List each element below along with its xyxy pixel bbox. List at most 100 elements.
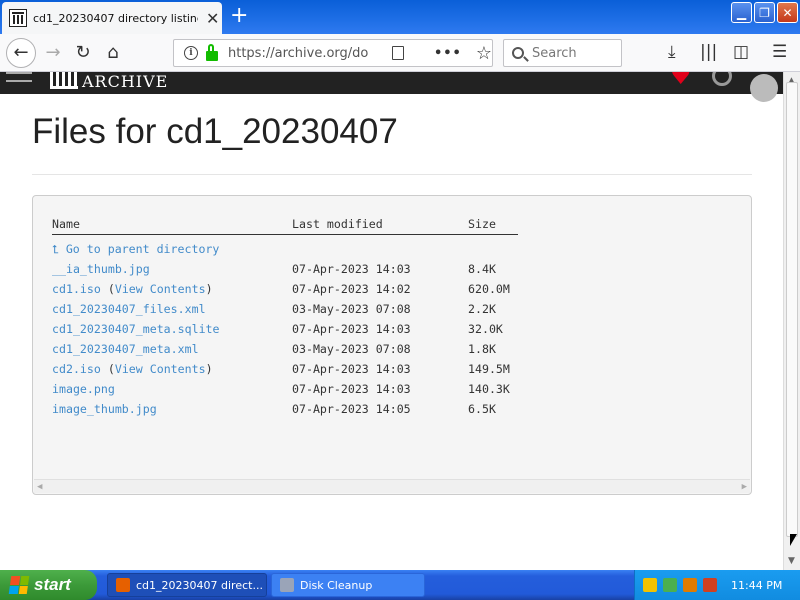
reader-view-icon[interactable] — [391, 46, 404, 60]
taskbar-item-browser[interactable]: cd1_20230407 direct... — [107, 573, 267, 597]
disk-cleanup-icon — [280, 578, 294, 592]
paren-open: ( — [100, 282, 115, 296]
file-link[interactable]: cd2.iso — [52, 362, 101, 376]
search-input[interactable]: Search — [503, 39, 622, 67]
file-link[interactable]: __ia_thumb.jpg — [52, 262, 150, 276]
archive-logo-text[interactable]: ARCHIVE — [82, 72, 168, 92]
file-size-cell: 1.8K — [468, 342, 496, 356]
taskbar-item-disk-cleanup[interactable]: Disk Cleanup — [271, 573, 425, 597]
new-tab-button[interactable]: + — [230, 4, 248, 28]
column-header-name[interactable]: Name — [52, 217, 80, 231]
file-row: image.png 07-Apr-2023 14:03 140.3K — [52, 382, 652, 402]
file-row: cd1_20230407_meta.sqlite 07-Apr-2023 14:0… — [52, 322, 652, 342]
url-bar[interactable]: i https://archive.org/dow ••• ☆ — [173, 39, 493, 67]
file-row: cd1_20230407_files.xml 03-May-2023 07:08 2… — [52, 302, 652, 322]
navigation-toolbar: ← → ↻ ⌂ i https://archive.org/dow ••• ☆ … — [0, 34, 800, 72]
menu-hamburger-icon[interactable]: ☰ — [772, 42, 787, 62]
sidebar-icon[interactable]: ◫ — [733, 42, 749, 62]
file-modified-cell: 03-May-2023 07:08 — [292, 302, 411, 316]
close-window-button[interactable]: ✕ — [777, 2, 798, 23]
scroll-right-icon[interactable]: ▶ — [742, 482, 747, 492]
page-actions-menu-icon[interactable]: ••• — [434, 46, 462, 61]
horizontal-scrollbar[interactable]: ◀ ▶ — [34, 479, 750, 493]
file-modified-cell: 07-Apr-2023 14:03 — [292, 362, 411, 376]
file-modified-cell: 07-Apr-2023 14:03 — [292, 262, 411, 276]
tab-directory-listing[interactable]: cd1_20230407 directory listing ✕ — [2, 2, 222, 34]
paren-open: ( — [100, 362, 115, 376]
tab-title: cd1_20230407 directory listing — [33, 11, 198, 25]
window-controls: ▁ ❐ ✕ — [731, 2, 798, 23]
file-link[interactable]: image_thumb.jpg — [52, 402, 157, 416]
bookmark-star-icon[interactable]: ☆ — [476, 43, 492, 64]
downloads-icon[interactable]: ⤓ — [668, 42, 676, 62]
user-avatar[interactable] — [750, 74, 778, 102]
network-icon[interactable] — [663, 578, 677, 592]
archive-favicon-icon — [9, 9, 27, 27]
divider — [32, 174, 752, 175]
file-link[interactable]: cd1_20230407_meta.sqlite — [52, 322, 220, 336]
file-listing: Name Last modified Size ⮤ Go to parent d… — [32, 195, 752, 495]
paren-close: ) — [205, 282, 213, 296]
search-icon — [512, 47, 524, 59]
donate-heart-icon[interactable]: ♥ — [670, 72, 692, 88]
file-name-cell: cd1_20230407_files.xml — [52, 302, 206, 316]
file-link[interactable]: cd1.iso — [52, 282, 101, 296]
lock-icon[interactable] — [206, 43, 218, 61]
file-size-cell: 140.3K — [468, 382, 510, 396]
library-icon[interactable]: ||| — [700, 42, 717, 62]
file-link[interactable]: cd1_20230407_files.xml — [52, 302, 206, 316]
firefox-icon — [116, 578, 130, 592]
column-header-modified[interactable]: Last modified — [292, 217, 383, 231]
taskbar: start cd1_20230407 direct... Disk Cleanu… — [0, 570, 800, 600]
file-link[interactable]: image.png — [52, 382, 115, 396]
restore-button[interactable]: ❐ — [754, 2, 775, 23]
url-text[interactable]: https://archive.org/dow — [228, 46, 368, 61]
taskbar-item-label: Disk Cleanup — [300, 578, 373, 592]
scroll-left-icon[interactable]: ◀ — [37, 482, 42, 492]
search-tray-icon[interactable] — [683, 578, 697, 592]
file-size-cell: 6.5K — [468, 402, 496, 416]
file-size-cell: 32.0K — [468, 322, 503, 336]
file-link[interactable]: cd1_20230407_meta.xml — [52, 342, 199, 356]
scrollbar-thumb[interactable] — [786, 82, 798, 537]
file-modified-cell: 03-May-2023 07:08 — [292, 342, 411, 356]
start-label: start — [34, 575, 71, 594]
file-name-cell: __ia_thumb.jpg — [52, 262, 150, 276]
file-size-cell: 149.5M — [468, 362, 510, 376]
view-contents-link[interactable]: View Contents — [115, 362, 206, 376]
mouse-cursor-icon — [790, 534, 797, 546]
hamburger-menu-icon[interactable] — [6, 72, 32, 82]
forward-button[interactable]: → — [38, 38, 68, 68]
paren-close: ) — [205, 362, 213, 376]
file-name-cell: cd2.iso (View Contents) — [52, 362, 213, 376]
home-button[interactable]: ⌂ — [98, 38, 128, 68]
parent-directory-row: ⮤ Go to parent directory — [52, 242, 652, 262]
reload-button[interactable]: ↻ — [68, 38, 98, 68]
column-header-size[interactable]: Size — [468, 217, 496, 231]
system-tray: 11:44 PM — [634, 570, 800, 600]
file-row: __ia_thumb.jpg 07-Apr-2023 14:03 8.4K — [52, 262, 652, 282]
file-row: image_thumb.jpg 07-Apr-2023 14:05 6.5K — [52, 402, 652, 422]
file-name-cell: image_thumb.jpg — [52, 402, 157, 416]
archive-logo-icon[interactable] — [50, 72, 78, 89]
parent-directory-link[interactable]: ⮤ Go to parent directory — [52, 242, 219, 257]
file-name-cell: image.png — [52, 382, 115, 396]
file-modified-cell: 07-Apr-2023 14:03 — [292, 322, 411, 336]
view-contents-link[interactable]: View Contents — [115, 282, 206, 296]
file-row: cd1_20230407_meta.xml 03-May-2023 07:08 1.… — [52, 342, 652, 362]
tab-strip: cd1_20230407 directory listing ✕ + ▁ ❐ ✕ — [0, 0, 800, 34]
ia-top-nav: ARCHIVE ♥ — [0, 72, 783, 102]
back-button[interactable]: ← — [6, 37, 36, 68]
alert-tray-icon[interactable] — [703, 578, 717, 592]
info-icon[interactable]: i — [184, 46, 198, 60]
scroll-down-icon[interactable]: ▼ — [788, 556, 795, 566]
vertical-scrollbar[interactable]: ▲ ▼ — [783, 72, 800, 570]
parent-directory-label: Go to parent directory — [65, 242, 220, 256]
security-shield-icon[interactable] — [643, 578, 657, 592]
windows-logo-icon — [8, 576, 30, 594]
clock: 11:44 PM — [731, 578, 783, 592]
start-button[interactable]: start — [0, 570, 97, 600]
site-search-icon[interactable] — [712, 72, 732, 86]
minimize-button[interactable]: ▁ — [731, 2, 752, 23]
close-tab-icon[interactable]: ✕ — [206, 9, 219, 28]
